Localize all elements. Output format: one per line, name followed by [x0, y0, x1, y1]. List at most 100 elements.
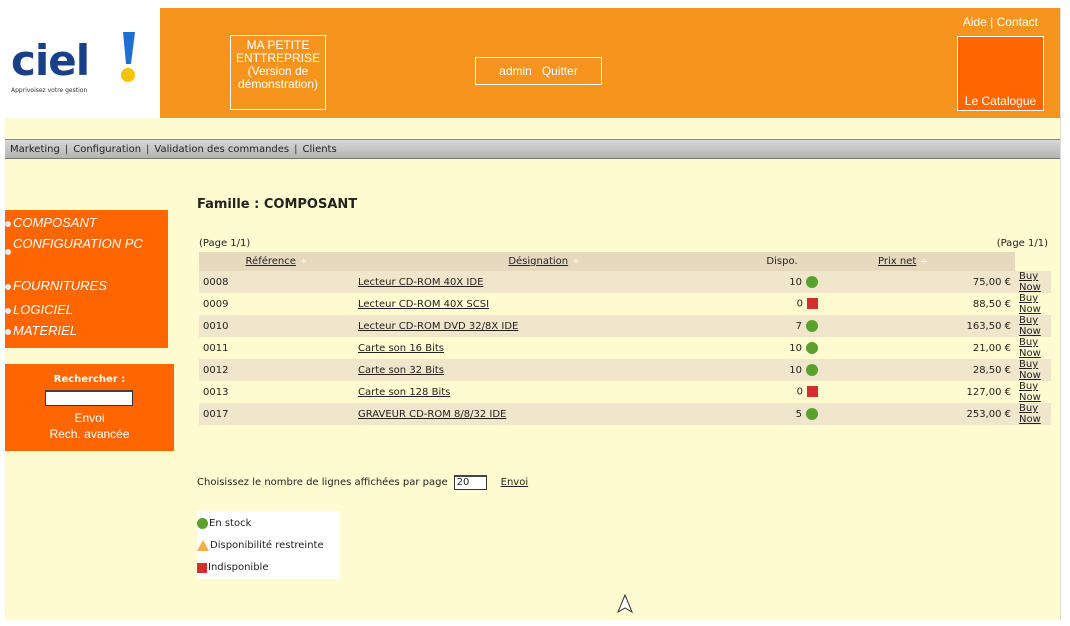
product-link[interactable]: Lecteur CD-ROM DVD 32/8X IDE [358, 321, 518, 332]
nav-item-composant[interactable]: COMPOSANT [5, 216, 97, 230]
nav-item-label: LOGICIEL [13, 302, 73, 317]
buy-now-link[interactable]: Buy Now [1019, 315, 1041, 337]
top-links-separator: | [990, 15, 994, 29]
catalogue-label: Le Catalogue [964, 94, 1037, 108]
nav-item-fournitures[interactable]: FOURNITURES [5, 279, 107, 293]
cell-dispo: 0 [734, 381, 830, 403]
top-links: Aide | Contact [963, 15, 1038, 29]
cell-designation: GRAVEUR CD-ROM 8/8/32 IDE [354, 403, 734, 425]
nav-item-configuration-pc[interactable]: CONFIGURATION PC [5, 236, 148, 255]
buy-now-link[interactable]: Buy Now [1019, 359, 1041, 381]
cell-reference: 0011 [199, 337, 354, 359]
cell-price: 75,00 € [830, 271, 1015, 293]
buy-now-link[interactable]: Buy Now [1019, 381, 1041, 403]
product-link[interactable]: Carte son 32 Bits [358, 365, 444, 376]
advanced-search-link[interactable]: Rech. avancée [5, 427, 174, 441]
column-header-action [1015, 252, 1051, 271]
logout-link[interactable]: Quitter [542, 64, 578, 78]
menu-item-validation[interactable]: Validation des commandes [149, 144, 294, 155]
bullet-icon [5, 284, 11, 290]
column-header-label: Référence [245, 256, 296, 267]
user-box: admin Quitter [475, 57, 602, 85]
catalogue-button[interactable]: Le Catalogue [957, 36, 1044, 111]
stock-quantity: 10 [789, 365, 802, 376]
buy-now-link[interactable]: Buy Now [1019, 293, 1041, 315]
lines-per-page-submit[interactable]: Envoi [501, 477, 528, 488]
cell-action: Buy Now [1015, 271, 1051, 293]
cell-dispo: 10 [734, 337, 830, 359]
mouse-cursor-icon [617, 594, 633, 614]
stock-quantity: 5 [795, 409, 802, 420]
column-header-price[interactable]: Prix net ÷ [830, 252, 1015, 271]
product-link[interactable]: Carte son 16 Bits [358, 343, 444, 354]
username: admin [499, 64, 532, 78]
lines-per-page-input[interactable]: 20 [453, 475, 487, 490]
table-header-row: Référence ÷ Désignation ÷ Dispo. Prix net ÷ [199, 252, 1051, 271]
legend-limited: Disponibilité restreinte [197, 540, 324, 551]
buy-now-link[interactable]: Buy Now [1019, 403, 1041, 425]
nav-item-label: MATERIEL [13, 323, 78, 338]
in-stock-icon [806, 364, 818, 376]
nav-item-label: CONFIGURATION PC [13, 236, 143, 251]
logo[interactable]: ciel Apprivoisez votre gestion [5, 8, 160, 118]
in-stock-icon [197, 518, 208, 529]
cell-action: Buy Now [1015, 315, 1051, 337]
menu-item-configuration[interactable]: Configuration [68, 144, 146, 155]
cell-action: Buy Now [1015, 359, 1051, 381]
stock-quantity: 7 [795, 321, 802, 332]
cell-designation: Carte son 128 Bits [354, 381, 734, 403]
admin-menu-bar: Marketing | Configuration | Validation d… [5, 139, 1060, 159]
stock-quantity: 0 [796, 386, 803, 398]
column-header-designation[interactable]: Désignation ÷ [354, 252, 734, 271]
cell-designation: Lecteur CD-ROM 40X IDE [354, 271, 734, 293]
in-stock-icon [806, 408, 818, 420]
stock-quantity: 0 [796, 298, 803, 310]
family-nav: COMPOSANT CONFIGURATION PC FOURNITURES L… [5, 210, 168, 348]
cell-reference: 0017 [199, 403, 354, 425]
menu-item-clients[interactable]: Clients [298, 144, 342, 155]
nav-item-materiel[interactable]: MATERIEL [5, 324, 77, 338]
help-link[interactable]: Aide [963, 15, 987, 29]
in-stock-icon [806, 342, 818, 354]
logo-tagline: Apprivoisez votre gestion [11, 87, 88, 94]
page-frame: ciel Apprivoisez votre gestion MA PETITE… [5, 8, 1060, 620]
bullet-icon [5, 249, 11, 255]
contact-link[interactable]: Contact [997, 15, 1038, 29]
table-row: 0008 Lecteur CD-ROM 40X IDE 10 75,00 € Buy N… [199, 271, 1051, 293]
cell-reference: 0010 [199, 315, 354, 337]
cell-price: 253,00 € [830, 403, 1015, 425]
nav-item-label: COMPOSANT [13, 215, 97, 230]
unavailable-icon [197, 562, 207, 573]
page-indicator-right: (Page 1/1) [996, 238, 1048, 249]
in-stock-icon [806, 320, 818, 332]
product-link[interactable]: Carte son 128 Bits [358, 387, 450, 398]
column-header-label: Désignation [508, 256, 569, 267]
menu-item-marketing[interactable]: Marketing [5, 144, 65, 155]
cell-price: 21,00 € [830, 337, 1015, 359]
availability-legend: En stock Disponibilité restreinte Indisp… [197, 511, 340, 579]
cell-dispo: 0 [734, 293, 830, 315]
bullet-icon [5, 329, 11, 335]
product-link[interactable]: GRAVEUR CD-ROM 8/8/32 IDE [358, 409, 506, 420]
product-link[interactable]: Lecteur CD-ROM 40X SCSI [358, 299, 489, 310]
column-header-reference[interactable]: Référence ÷ [199, 252, 354, 271]
search-submit-button[interactable]: Envoi [5, 411, 174, 425]
page-title: Famille : COMPOSANT [197, 197, 358, 212]
sort-icon: ÷ [572, 257, 580, 267]
buy-now-link[interactable]: Buy Now [1019, 271, 1041, 293]
search-input[interactable] [45, 390, 133, 406]
cell-reference: 0008 [199, 271, 354, 293]
product-link[interactable]: Lecteur CD-ROM 40X IDE [358, 277, 483, 288]
cell-reference: 0009 [199, 293, 354, 315]
nav-item-logiciel[interactable]: LOGICIEL [5, 303, 73, 317]
cell-price: 163,50 € [830, 315, 1015, 337]
cell-action: Buy Now [1015, 337, 1051, 359]
cell-price: 127,00 € [830, 381, 1015, 403]
product-table: Référence ÷ Désignation ÷ Dispo. Prix net ÷… [199, 252, 1051, 425]
cell-action: Buy Now [1015, 381, 1051, 403]
lines-per-page-label: Choisissez le nombre de lignes affichées… [197, 477, 448, 488]
buy-now-link[interactable]: Buy Now [1019, 337, 1041, 359]
cell-designation: Lecteur CD-ROM 40X SCSI [354, 293, 734, 315]
window-edge [1060, 8, 1061, 620]
column-header-dispo: Dispo. [734, 252, 830, 271]
